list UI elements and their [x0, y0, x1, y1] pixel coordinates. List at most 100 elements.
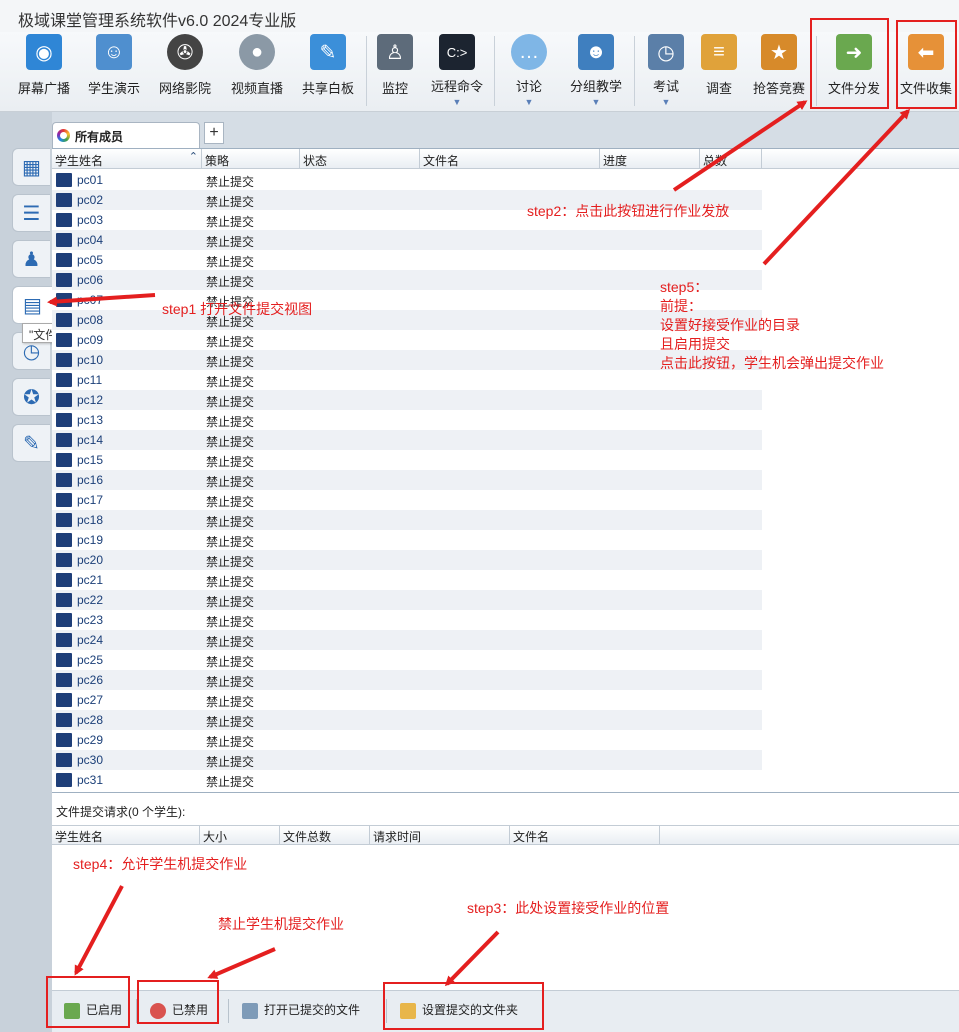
toolbar-remote-command-button[interactable]: C:> 远程命令 ▼ [426, 32, 488, 110]
table-row[interactable]: pc02 禁止提交 [52, 190, 762, 210]
toolbar-live-video-button[interactable]: ● 视频直播 [226, 32, 288, 110]
toolbar-exam-button[interactable]: ◷ 考试 ▼ [640, 32, 692, 110]
column-header-policy[interactable]: 策略 [202, 149, 300, 169]
table-row[interactable]: pc12 禁止提交 [52, 390, 762, 410]
view-whiteboard-button[interactable]: ✎ [12, 424, 50, 462]
toolbar-label: 文件收集 [899, 81, 952, 96]
table-row[interactable]: pc28 禁止提交 [52, 710, 762, 730]
table-row[interactable]: pc11 禁止提交 [52, 370, 762, 390]
table-row[interactable]: pc07 禁止提交 [52, 290, 762, 310]
table-row[interactable]: pc03 禁止提交 [52, 210, 762, 230]
column-header-progress[interactable]: 进度 [600, 149, 700, 169]
table-row[interactable]: pc15 禁止提交 [52, 450, 762, 470]
computer-icon [56, 473, 72, 487]
column-header-total[interactable]: 总数 [700, 149, 762, 169]
add-tab-button[interactable]: + [204, 122, 224, 144]
table-row[interactable]: pc17 禁止提交 [52, 490, 762, 510]
button-label: 设置提交的文件夹 [422, 1003, 519, 1017]
toolbar-group-teaching-button[interactable]: ☻ 分组教学 ▼ [566, 32, 626, 110]
table-row[interactable]: pc20 禁止提交 [52, 550, 762, 570]
toolbar-whiteboard-button[interactable]: ✎ 共享白板 [298, 32, 358, 110]
table-row[interactable]: pc21 禁止提交 [52, 570, 762, 590]
student-name: pc26 [77, 673, 104, 687]
table-row[interactable]: pc04 禁止提交 [52, 230, 762, 250]
view-reward-button[interactable]: ✪ [12, 378, 50, 416]
computer-icon [56, 533, 72, 547]
student-name: pc02 [77, 193, 104, 207]
view-members-button[interactable]: ♟ [12, 240, 50, 278]
table-row[interactable]: pc01 禁止提交 [52, 170, 762, 190]
table-row[interactable]: pc06 禁止提交 [52, 270, 762, 290]
table-row[interactable]: pc22 禁止提交 [52, 590, 762, 610]
table-row[interactable]: pc13 禁止提交 [52, 410, 762, 430]
table-row[interactable]: pc30 禁止提交 [52, 750, 762, 770]
chat-bubbles-icon: … [511, 34, 547, 70]
table-row[interactable]: pc10 禁止提交 [52, 350, 762, 370]
table-row[interactable]: pc05 禁止提交 [52, 250, 762, 270]
set-submit-folder-button[interactable]: 设置提交的文件夹 [388, 991, 544, 1031]
computer-icon [56, 773, 72, 787]
toolbar-screen-broadcast-button[interactable]: ◉ 屏幕广播 [14, 32, 74, 110]
policy-cell: 禁止提交 [206, 375, 255, 389]
student-name: pc31 [77, 773, 104, 787]
chevron-down-icon[interactable]: ▼ [426, 97, 488, 107]
view-file-submit-button[interactable]: ▤ [12, 286, 52, 324]
chevron-down-icon[interactable]: ▼ [566, 97, 626, 107]
column-label: 文件名 [423, 154, 460, 168]
toolbar-network-cinema-button[interactable]: ✇ 网络影院 [154, 32, 216, 110]
table-row[interactable]: pc09 禁止提交 [52, 330, 762, 350]
quiz-star-icon: ★ [761, 34, 797, 70]
toolbar-label: 文件分发 [827, 81, 880, 96]
request-grid-header: 学生姓名 大小 文件总数 请求时间 文件名 [52, 825, 959, 845]
toolbar-file-collect-button[interactable]: ⬅ 文件收集 [896, 32, 956, 110]
table-row[interactable]: pc19 禁止提交 [52, 530, 762, 550]
tab-label: 所有成员 [75, 130, 124, 144]
enable-submit-button[interactable]: 已启用 [52, 991, 132, 1031]
toolbar-survey-button[interactable]: ≡ 调查 [698, 32, 740, 110]
tab-all-members[interactable]: 所有成员 [52, 122, 200, 148]
column-header-file-count[interactable]: 文件总数 [280, 826, 370, 845]
view-thumbnail-button[interactable]: ▦ [12, 148, 50, 186]
view-list-button[interactable]: ☰ [12, 194, 50, 232]
column-header-name[interactable]: 学生姓名 ⌃ [52, 149, 202, 169]
toolbar-monitor-button[interactable]: ♙ 监控 [372, 32, 418, 110]
table-row[interactable]: pc29 禁止提交 [52, 730, 762, 750]
submit-action-bar: 已启用 已禁用 打开已提交的文件 设置提交的文件夹 [52, 990, 959, 1032]
toolbar-student-demo-button[interactable]: ☺ 学生演示 [84, 32, 144, 110]
column-header-filename[interactable]: 文件名 [420, 149, 600, 169]
column-header-status[interactable]: 状态 [300, 149, 420, 169]
toolbar-file-distribute-button[interactable]: ➜ 文件分发 [822, 32, 886, 110]
table-row[interactable]: pc24 禁止提交 [52, 630, 762, 650]
table-row[interactable]: pc25 禁止提交 [52, 650, 762, 670]
table-row[interactable]: pc27 禁止提交 [52, 690, 762, 710]
table-row[interactable]: pc18 禁止提交 [52, 510, 762, 530]
computer-icon [56, 693, 72, 707]
column-header-name[interactable]: 学生姓名 [52, 826, 200, 845]
disable-submit-button[interactable]: 已禁用 [138, 991, 222, 1031]
chevron-down-icon[interactable]: ▼ [640, 97, 692, 107]
column-label: 进度 [603, 154, 628, 168]
student-name: pc15 [77, 453, 104, 467]
column-header-filename[interactable]: 文件名 [510, 826, 660, 845]
table-row[interactable]: pc14 禁止提交 [52, 430, 762, 450]
computer-icon [56, 433, 72, 447]
computer-icon [56, 353, 72, 367]
chevron-down-icon[interactable]: ▼ [502, 97, 556, 107]
table-row[interactable]: pc08 禁止提交 [52, 310, 762, 330]
policy-cell: 禁止提交 [206, 215, 255, 229]
toolbar-quiz-button[interactable]: ★ 抢答竞赛 [748, 32, 810, 110]
broadcast-screen-icon: ◉ [26, 34, 62, 70]
table-row[interactable]: pc16 禁止提交 [52, 470, 762, 490]
open-submitted-files-button[interactable]: 打开已提交的文件 [230, 991, 380, 1031]
column-header-request-time[interactable]: 请求时间 [370, 826, 510, 845]
plus-icon: + [209, 124, 219, 141]
toolbar-label: 远程命令 [430, 79, 483, 94]
request-caption: 文件提交请求(0 个学生): [56, 805, 186, 819]
enabled-check-icon [64, 1003, 80, 1019]
table-row[interactable]: pc26 禁止提交 [52, 670, 762, 690]
exam-clock-icon: ◷ [648, 34, 684, 70]
table-row[interactable]: pc23 禁止提交 [52, 610, 762, 630]
column-header-size[interactable]: 大小 [200, 826, 280, 845]
toolbar-discussion-button[interactable]: … 讨论 ▼ [502, 32, 556, 110]
table-row[interactable]: pc31 禁止提交 [52, 770, 762, 790]
